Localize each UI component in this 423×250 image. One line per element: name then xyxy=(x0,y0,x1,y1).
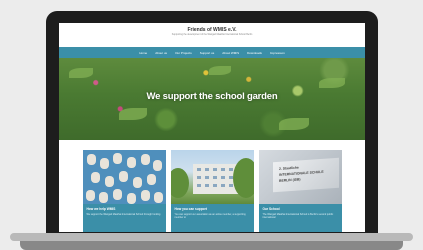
card-how-we-help[interactable]: How we help WMIS We support the Wangari … xyxy=(82,150,166,232)
sticker xyxy=(126,157,136,168)
sticker xyxy=(140,190,150,201)
sticker xyxy=(112,153,122,164)
feature-cards: How we help WMIS We support the Wangari … xyxy=(59,140,365,232)
nav-item-about-wmis[interactable]: About WMIS xyxy=(222,51,239,55)
window xyxy=(212,184,217,187)
window xyxy=(228,176,233,179)
window xyxy=(220,184,225,187)
hero-leaf xyxy=(119,108,147,120)
window xyxy=(212,168,217,171)
laptop-base xyxy=(10,233,413,241)
card-how-you-can-support[interactable]: How you can support You can support our … xyxy=(170,150,254,232)
window xyxy=(212,176,217,179)
school-building xyxy=(192,164,239,194)
nav-item-support-us[interactable]: Support us xyxy=(200,51,215,55)
sticker xyxy=(90,172,100,183)
sticker xyxy=(86,154,96,165)
site-tagline: Supporting the development of the Wangar… xyxy=(171,34,253,36)
window xyxy=(204,168,209,171)
card-body: How you can support You can support our … xyxy=(170,204,254,232)
card-text: We support the Wangari Maathai Internati… xyxy=(86,213,161,216)
window xyxy=(228,168,233,171)
nav-item-impressum[interactable]: Impressum xyxy=(270,51,285,55)
sticker xyxy=(140,154,150,165)
school-sign-image: 2. Staatliche INTERNATIONALE SCHULE BERL… xyxy=(258,150,342,204)
sign-text-line: INTERNATIONALE SCHULE xyxy=(278,169,324,177)
site-header: Friends of WMIS e.V. Supporting the deve… xyxy=(59,23,365,47)
hero-leaf xyxy=(319,78,345,88)
sticker xyxy=(132,177,142,188)
window xyxy=(196,176,201,179)
hero-leaf xyxy=(69,68,93,78)
card-title[interactable]: Our School xyxy=(263,207,338,211)
laptop-mockup: Friends of WMIS e.V. Supporting the deve… xyxy=(0,0,423,250)
school-building-image xyxy=(170,150,254,204)
stickers-image xyxy=(82,150,166,204)
window xyxy=(204,184,209,187)
sticker xyxy=(146,174,156,185)
window xyxy=(204,176,209,179)
card-title[interactable]: How you can support xyxy=(175,207,250,211)
main-navigation: Home About us Our Projects Support us Ab… xyxy=(59,47,365,58)
window xyxy=(228,184,233,187)
card-our-school[interactable]: 2. Staatliche INTERNATIONALE SCHULE BERL… xyxy=(258,150,342,232)
sign-text-line: BERLIN (ISB) xyxy=(278,177,300,183)
nav-item-downloads[interactable]: Downloads xyxy=(247,51,262,55)
card-text: You can support our association as an ac… xyxy=(174,213,246,219)
card-text: The Wangari Maathai International School… xyxy=(262,213,334,219)
sticker xyxy=(118,171,128,182)
sticker xyxy=(98,192,108,203)
card-body: Our School The Wangari Maathai Internati… xyxy=(258,204,342,232)
sticker xyxy=(104,176,114,187)
nav-item-home[interactable]: Home xyxy=(139,51,147,55)
hero-heading: We support the school garden xyxy=(146,91,278,102)
sticker xyxy=(126,193,136,204)
card-body: How we help WMIS We support the Wangari … xyxy=(82,204,166,232)
school-sign: 2. Staatliche INTERNATIONALE SCHULE BERL… xyxy=(272,157,339,193)
card-title[interactable]: How we help WMIS xyxy=(87,207,162,211)
website-screen: Friends of WMIS e.V. Supporting the deve… xyxy=(59,23,365,232)
sticker xyxy=(153,192,163,203)
window xyxy=(196,168,201,171)
sticker xyxy=(152,160,162,171)
window xyxy=(196,184,201,187)
sign-text-line: 2. Staatliche xyxy=(278,165,299,171)
hero-leaf xyxy=(279,118,309,130)
nav-item-about-us[interactable]: About us xyxy=(155,51,167,55)
hero-leaf xyxy=(209,66,231,75)
sticker xyxy=(99,158,109,169)
sticker xyxy=(85,190,95,201)
hero-banner: We support the school garden xyxy=(59,58,365,140)
window xyxy=(220,176,225,179)
window xyxy=(220,168,225,171)
nav-item-our-projects[interactable]: Our Projects xyxy=(175,51,192,55)
sticker xyxy=(112,189,122,200)
tree xyxy=(170,168,189,198)
